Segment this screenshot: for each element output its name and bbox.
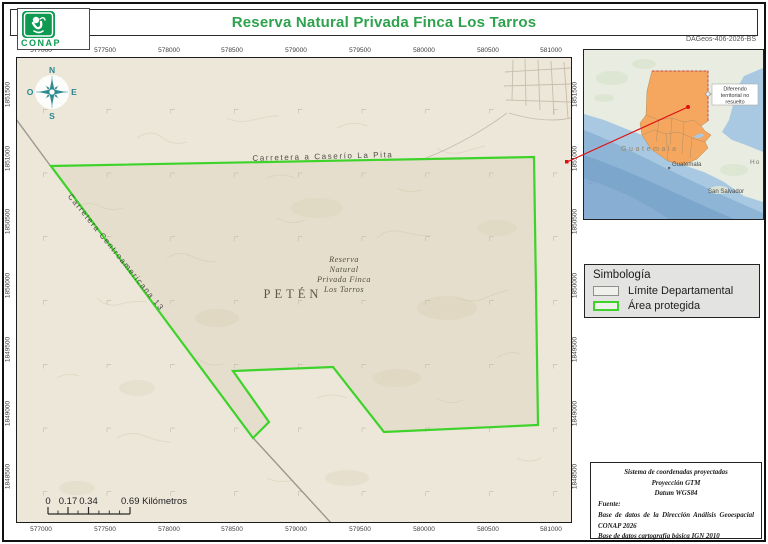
coord-label-top: 580500 xyxy=(466,46,510,55)
coord-label-bottom: 579500 xyxy=(338,525,382,534)
source-line-1: Base de datos de la Dirección Análisis G… xyxy=(598,511,754,532)
svg-text:0.69 Kilómetros: 0.69 Kilómetros xyxy=(121,496,187,507)
honduras-label: Ho xyxy=(750,159,760,166)
fuente-label: Fuente: xyxy=(598,500,754,511)
svg-text:N: N xyxy=(49,65,55,75)
legend-title: Simbología xyxy=(593,269,759,281)
coord-label-bottom: 578500 xyxy=(210,525,254,534)
svg-text:E: E xyxy=(71,87,77,97)
header-title-bar: Reserva Natural Privada Finca Los Tarros xyxy=(10,9,758,36)
main-map-canvas: Carretera a Caserío La Pita Carretera Ce… xyxy=(17,58,571,522)
document-code: DAGeos-406-2026-BS xyxy=(686,36,756,43)
protected-area-swatch xyxy=(593,301,619,311)
coord-label-top: 579000 xyxy=(274,46,318,55)
inset-locator-map: Diferendo territorial no resuelto Guatem… xyxy=(583,49,764,220)
coord-label-bottom: 578000 xyxy=(147,525,191,534)
coord-label-bottom: 580000 xyxy=(402,525,446,534)
svg-text:Los Tarros: Los Tarros xyxy=(323,285,364,294)
svg-text:0.17: 0.17 xyxy=(59,496,78,507)
main-map: Carretera a Caserío La Pita Carretera Ce… xyxy=(16,57,572,523)
monkey-logo-icon xyxy=(22,11,55,38)
capital-city-label: Guatemala xyxy=(672,162,702,168)
svg-text:territorial no: territorial no xyxy=(721,93,749,99)
coord-label-top: 578500 xyxy=(210,46,254,55)
conap-logo-text: CONAP xyxy=(21,38,61,48)
country-label: Guatemala xyxy=(621,146,679,153)
san-salvador-label: San Salvador xyxy=(708,189,744,195)
coord-label-top: 580000 xyxy=(402,46,446,55)
svg-text:0.34: 0.34 xyxy=(79,496,98,507)
coord-label-bottom: 577000 xyxy=(19,525,63,534)
svg-text:O: O xyxy=(27,87,34,97)
departmental-boundary-swatch xyxy=(593,286,619,296)
projection-line: Proyección GTM xyxy=(598,479,754,490)
coord-label-left: 1849000 xyxy=(4,392,13,436)
coord-label-bottom: 579000 xyxy=(274,525,318,534)
legend-item-protected: Área protegida xyxy=(593,300,759,312)
coord-label-left: 1848500 xyxy=(4,455,13,499)
svg-text:S: S xyxy=(49,111,55,121)
coord-label-left: 1851500 xyxy=(4,73,13,117)
dispute-marker xyxy=(706,92,710,96)
svg-text:Diferendo: Diferendo xyxy=(723,87,746,93)
source-line-2: Base de datos cartografía básica IGN 201… xyxy=(598,532,754,543)
coord-label-bottom: 580500 xyxy=(466,525,510,534)
datum-line: Datum WGS84 xyxy=(598,489,754,500)
coord-label-top: 579500 xyxy=(338,46,382,55)
page-title: Reserva Natural Privada Finca Los Tarros xyxy=(232,14,537,31)
coord-label-left: 1849500 xyxy=(4,328,13,372)
coord-label-top: 578000 xyxy=(147,46,191,55)
svg-text:Reserva: Reserva xyxy=(328,255,359,264)
coord-label-bottom: 581000 xyxy=(529,525,573,534)
coord-label-left: 1850000 xyxy=(4,264,13,308)
coord-label-left: 1850500 xyxy=(4,200,13,244)
map-document-page: Reserva Natural Privada Finca Los Tarros… xyxy=(0,0,768,544)
inset-map-canvas: Diferendo territorial no resuelto Guatem… xyxy=(584,50,763,219)
grid-zone-label: 72T xyxy=(587,180,597,186)
svg-text:0: 0 xyxy=(45,496,50,507)
department-label: PETÉN xyxy=(264,287,323,301)
coord-label-bottom: 577500 xyxy=(83,525,127,534)
legend: Simbología Límite Departamental Área pro… xyxy=(584,264,760,318)
credits-box: Sistema de coordenadas proyectadas Proye… xyxy=(590,462,762,539)
coord-label-left: 1851000 xyxy=(4,137,13,181)
crs-line: Sistema de coordenadas proyectadas xyxy=(598,468,754,479)
svg-text:resuelto: resuelto xyxy=(725,100,744,106)
capital-city-marker xyxy=(668,167,670,169)
svg-text:Privada Finca: Privada Finca xyxy=(316,275,371,284)
legend-item-departmental: Límite Departamental xyxy=(593,285,759,297)
coord-label-top: 581000 xyxy=(529,46,573,55)
conap-logo: CONAP xyxy=(17,8,90,50)
svg-text:Natural: Natural xyxy=(329,265,359,274)
